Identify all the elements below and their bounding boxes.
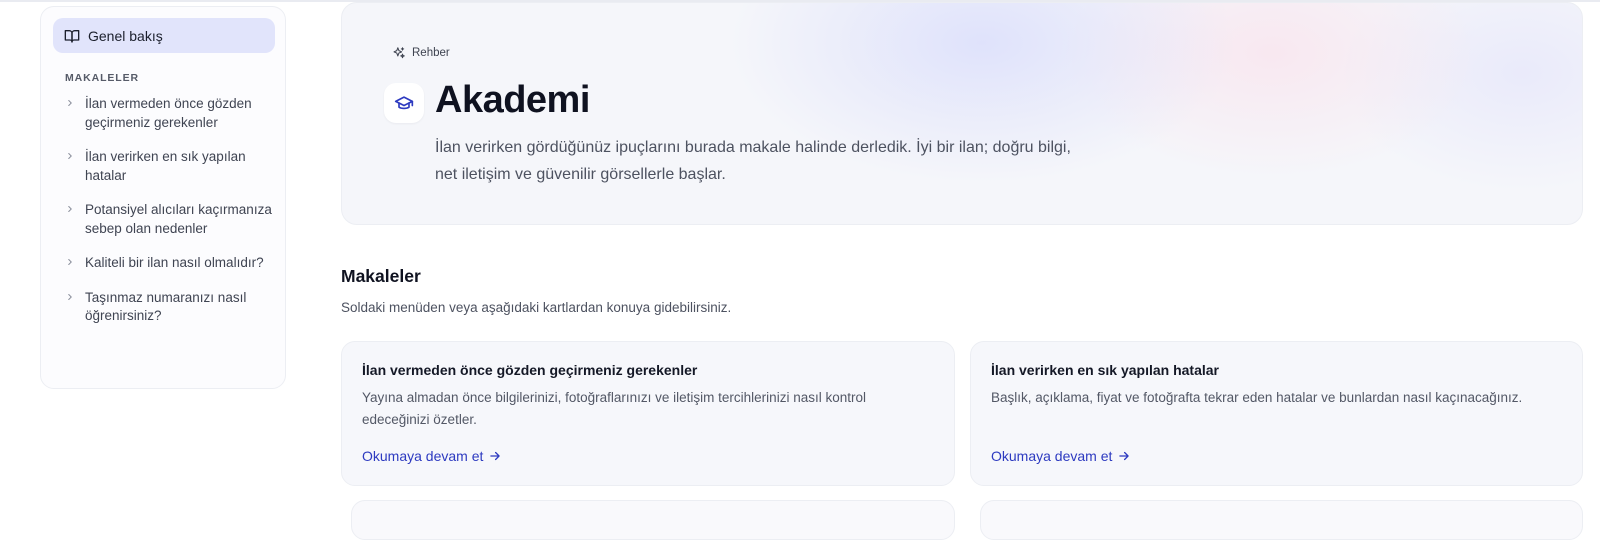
article-card-description: Yayına almadan önce bilgilerinizi, fotoğ… <box>362 390 866 427</box>
arrow-right-icon <box>1117 449 1131 463</box>
hero-description: İlan verirken gördüğünüz ipuçlarını bura… <box>435 139 1071 183</box>
article-card-description: Başlık, açıklama, fiyat ve fotoğrafta te… <box>991 390 1523 405</box>
sidebar-item-label: İlan verirken en sık yapılan hatalar <box>85 149 246 183</box>
article-card-title: İlan vermeden önce gözden geçirmeniz ger… <box>362 362 698 378</box>
arrow-right-icon <box>488 449 502 463</box>
sidebar-item-article-5[interactable]: Taşınmaz numaranızı nasıl öğrenirsiniz? <box>65 289 275 326</box>
sidebar-item-label: Potansiyel alıcıları kaçırmanıza sebep o… <box>85 202 272 236</box>
sidebar-article-list: İlan vermeden önce gözden geçirmeniz ger… <box>65 95 275 342</box>
guide-badge: Rehber <box>392 46 450 60</box>
sidebar-item-article-2[interactable]: İlan verirken en sık yapılan hatalar <box>65 148 275 185</box>
sidebar-item-overview[interactable]: Genel bakış <box>53 18 275 53</box>
sidebar-item-label: İlan vermeden önce gözden geçirmeniz ger… <box>85 96 252 130</box>
sidebar-section-label: MAKALELER <box>65 72 140 84</box>
book-open-icon <box>64 28 80 44</box>
chevron-right-icon <box>65 254 85 267</box>
sparkles-icon <box>392 46 406 60</box>
sidebar-item-article-1[interactable]: İlan vermeden önce gözden geçirmeniz ger… <box>65 95 275 132</box>
sidebar-item-article-4[interactable]: Kaliteli bir ilan nasıl olmalıdır? <box>65 254 275 273</box>
graduation-cap-icon <box>394 93 414 113</box>
chevron-right-icon <box>65 201 85 214</box>
articles-heading: Makaleler <box>341 266 421 286</box>
chevron-right-icon <box>65 95 85 108</box>
sidebar-item-overview-label: Genel bakış <box>88 27 163 44</box>
article-card[interactable]: İlan vermeden önce gözden geçirmeniz ger… <box>341 341 955 486</box>
article-card[interactable]: İlan verirken en sık yapılan hatalar Baş… <box>970 341 1583 486</box>
sidebar-item-label: Taşınmaz numaranızı nasıl öğrenirsiniz? <box>85 289 247 324</box>
chevron-right-icon <box>65 289 85 302</box>
sidebar-item-article-3[interactable]: Potansiyel alıcıları kaçırmanıza sebep o… <box>65 201 275 238</box>
read-more-label: Okumaya devam et <box>362 448 484 464</box>
sidebar: Genel bakış MAKALELER İlan vermeden önce… <box>40 6 286 389</box>
sidebar-item-label: Kaliteli bir ilan nasıl olmalıdır? <box>85 255 264 270</box>
hero-banner: Rehber Akademi İlan verirken gördüğünüz … <box>341 2 1583 225</box>
guide-badge-label: Rehber <box>412 47 450 59</box>
articles-subtitle: Soldaki menüden veya aşağıdaki kartlarda… <box>341 300 732 315</box>
read-more-link[interactable]: Okumaya devam et <box>362 448 502 464</box>
chevron-right-icon <box>65 148 85 161</box>
page-title: Akademi <box>435 79 590 121</box>
hero-icon-box <box>384 83 424 123</box>
article-card-title: İlan verirken en sık yapılan hatalar <box>991 362 1219 378</box>
read-more-link[interactable]: Okumaya devam et <box>991 448 1131 464</box>
read-more-label: Okumaya devam et <box>991 448 1113 464</box>
article-card-partial[interactable] <box>980 500 1583 540</box>
article-card-partial[interactable] <box>351 500 955 540</box>
